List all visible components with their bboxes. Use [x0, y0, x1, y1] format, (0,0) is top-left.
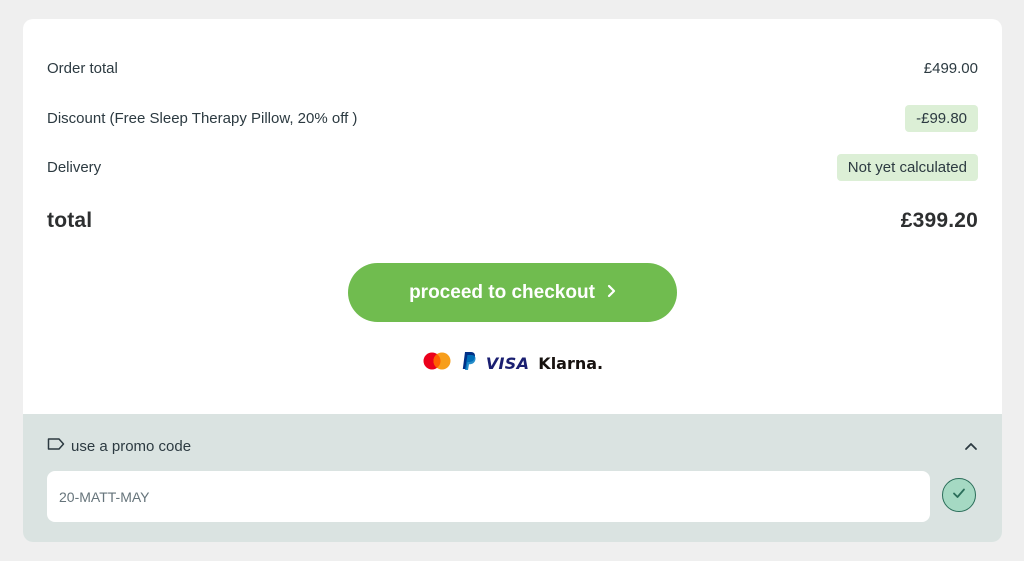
delivery-label: Delivery [47, 158, 102, 176]
order-summary-card: Order total £499.00 Discount (Free Sleep… [23, 19, 1002, 542]
proceed-to-checkout-button[interactable]: proceed to checkout [348, 263, 677, 322]
promo-toggle-label: use a promo code [71, 437, 192, 455]
check-icon [952, 486, 966, 504]
delivery-status-badge: Not yet calculated [836, 153, 978, 181]
delivery-row: Delivery Not yet calculated [47, 153, 978, 181]
discount-row: Discount (Free Sleep Therapy Pillow, 20%… [47, 104, 978, 132]
tag-icon [47, 437, 65, 455]
total-label: total [47, 209, 93, 232]
chevron-right-icon [607, 282, 616, 303]
order-total-value: £499.00 [923, 59, 978, 77]
mastercard-icon [422, 351, 452, 376]
paypal-icon [461, 351, 477, 376]
promo-code-section: use a promo code [23, 414, 1002, 542]
klarna-logo: Klarna. [538, 353, 604, 373]
promo-code-input[interactable] [47, 471, 930, 522]
discount-badge: -£99.80 [905, 104, 978, 132]
payment-methods: VISA Klarna. [23, 351, 1002, 376]
order-total-label: Order total [47, 59, 118, 77]
checkout-button-label: proceed to checkout [409, 281, 595, 303]
chevron-up-icon[interactable] [964, 438, 978, 455]
apply-promo-button[interactable] [942, 478, 976, 512]
total-value: £399.20 [900, 209, 978, 232]
promo-code-toggle[interactable]: use a promo code [47, 435, 978, 457]
grand-total-row: total £399.20 [47, 207, 978, 235]
discount-label: Discount (Free Sleep Therapy Pillow, 20%… [47, 109, 358, 127]
order-total-row: Order total £499.00 [47, 57, 978, 79]
visa-logo: VISA [485, 353, 530, 373]
